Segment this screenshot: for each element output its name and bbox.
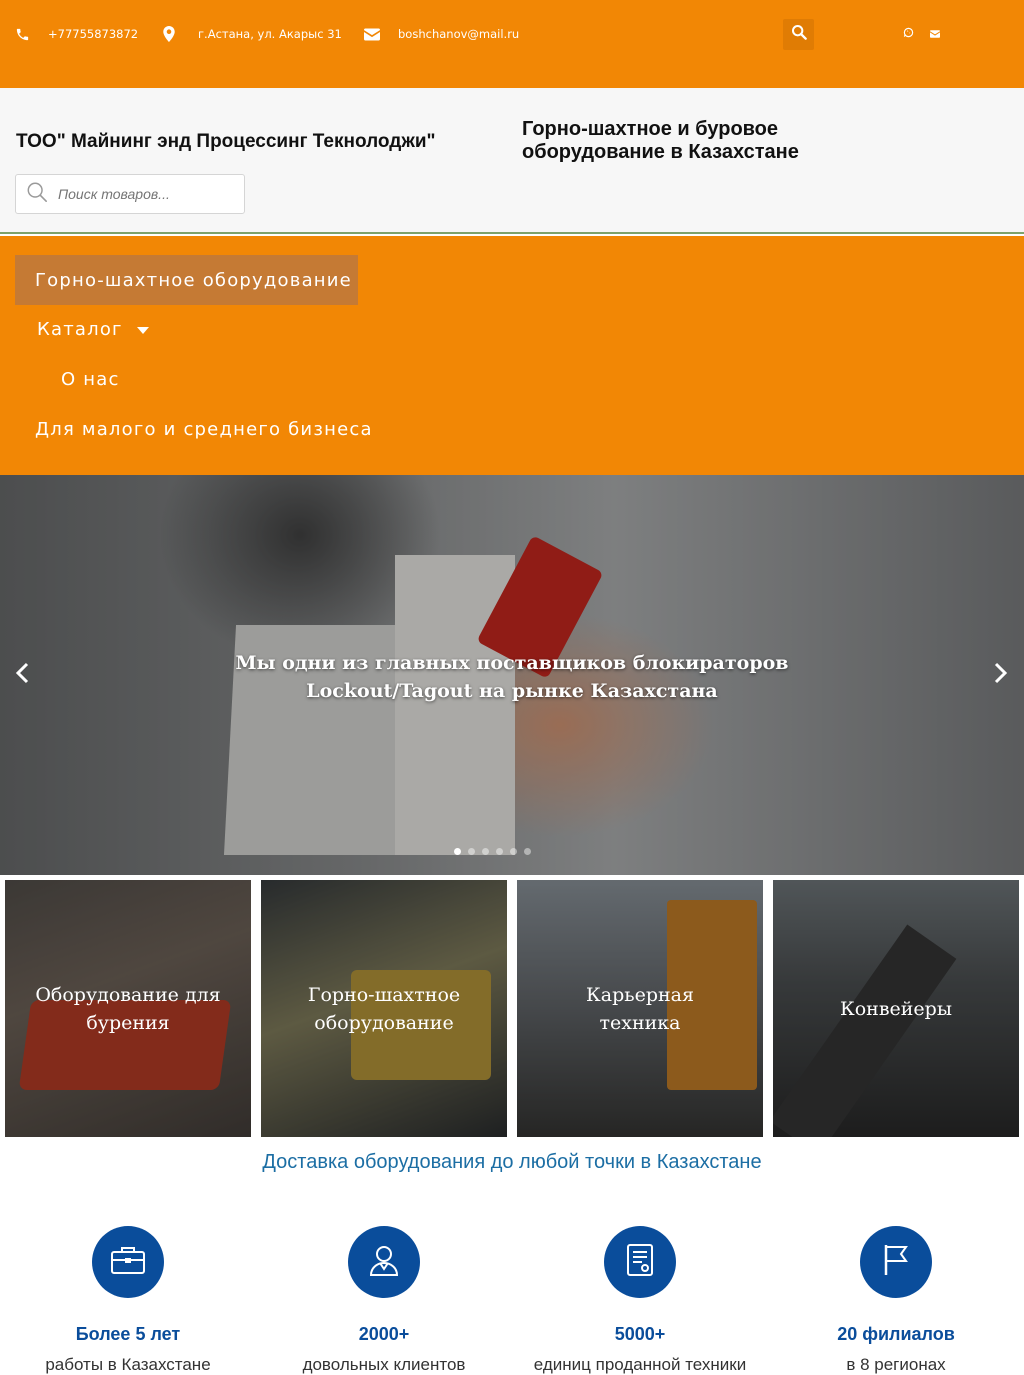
feature-circle (348, 1226, 420, 1298)
category-label: Горно-шахтное оборудование (307, 983, 461, 1034)
nav-item-catalog[interactable]: Каталог (37, 319, 149, 340)
hero-title: Мы одни из главных поставщиков блокирато… (235, 652, 789, 702)
briefcase-icon (110, 1245, 146, 1280)
search-input[interactable] (56, 185, 236, 203)
email-text: boshchanov@mail.ru (398, 27, 520, 41)
slider-pagination (454, 848, 531, 855)
top-bar: +77755873872 г.Астана, ул. Акарыс 31 bos… (0, 0, 1024, 88)
site-tagline: Горно-шахтное и буровое оборудование в К… (522, 118, 799, 163)
category-label: Конвейеры (840, 997, 952, 1020)
feature-desc: в 8 регионах (846, 1355, 946, 1374)
search-icon (791, 24, 807, 45)
email-contact[interactable]: boshchanov@mail.ru (364, 25, 519, 43)
flag-icon (881, 1243, 911, 1282)
nav-item-mining-equipment[interactable]: Горно-шахтное оборудование (15, 255, 358, 305)
feature-desc: довольных клиентов (302, 1355, 466, 1374)
location-icon (161, 26, 177, 42)
feature-branches: 20 филиалов в 8 регионах (776, 1226, 1016, 1375)
document-icon (626, 1243, 654, 1282)
address-contact[interactable]: г.Астана, ул. Акарыс 31 (161, 25, 342, 43)
feature-desc: единиц проданной техники (533, 1355, 747, 1374)
slider-prev-button[interactable] (10, 660, 34, 690)
search-button[interactable] (783, 19, 814, 50)
slider-dot[interactable] (454, 848, 461, 855)
feature-units-sold: 5000+ единиц проданной техники (520, 1226, 760, 1375)
delivery-headline: Доставка оборудования до любой точки в К… (262, 1151, 762, 1173)
feature-number: 5000+ (614, 1324, 666, 1344)
nav-item-small-business[interactable]: Для малого и среднего бизнеса (35, 419, 373, 440)
feature-number: 20 филиалов (837, 1324, 955, 1344)
slider-dot[interactable] (496, 848, 503, 855)
category-label: Оборудование для бурения (35, 983, 221, 1034)
category-mining[interactable]: Горно-шахтное оборудование (261, 880, 507, 1137)
chevron-right-icon (994, 662, 1008, 689)
hero-slider[interactable]: Мы одни из главных поставщиков блокирато… (0, 475, 1024, 875)
category-drilling[interactable]: Оборудование для бурения (5, 880, 251, 1137)
envelope-icon (364, 26, 380, 42)
nav-item-label: Горно-шахтное оборудование (35, 269, 352, 291)
feature-number: 2000+ (358, 1324, 410, 1344)
caret-down-icon (136, 319, 149, 340)
phone-contact[interactable]: +77755873872 (14, 25, 138, 43)
feature-number: Более 5 лет (75, 1324, 181, 1344)
category-conveyors[interactable]: Конвейеры (773, 880, 1019, 1137)
feature-desc: работы в Казахстане (45, 1355, 211, 1374)
address-text: г.Астана, ул. Акарыс 31 (198, 27, 342, 41)
whatsapp-link[interactable] (901, 27, 915, 41)
slider-next-button[interactable] (989, 660, 1013, 690)
phone-icon (14, 26, 30, 42)
search-icon (26, 181, 48, 208)
feature-circle (92, 1226, 164, 1298)
chevron-left-icon (15, 662, 29, 689)
mail-icon (930, 25, 940, 43)
company-name[interactable]: ТОО" Майнинг энд Процессинг Текнолоджи" (16, 131, 436, 153)
nav-item-about[interactable]: О нас (61, 369, 120, 390)
category-quarry[interactable]: Карьерная техника (517, 880, 763, 1137)
nav-item-label: Каталог (37, 319, 123, 340)
whatsapp-icon (903, 25, 914, 43)
slider-dot[interactable] (524, 848, 531, 855)
slider-dot[interactable] (510, 848, 517, 855)
mail-link[interactable] (928, 27, 942, 41)
feature-circle (860, 1226, 932, 1298)
product-search[interactable] (15, 174, 245, 214)
feature-circle (604, 1226, 676, 1298)
user-icon (367, 1243, 401, 1282)
slider-dot[interactable] (482, 848, 489, 855)
feature-experience: Более 5 лет работы в Казахстане (8, 1226, 248, 1375)
slider-dot[interactable] (468, 848, 475, 855)
phone-text: +77755873872 (48, 27, 139, 41)
feature-clients: 2000+ довольных клиентов (264, 1226, 504, 1375)
category-label: Карьерная техника (586, 983, 694, 1034)
